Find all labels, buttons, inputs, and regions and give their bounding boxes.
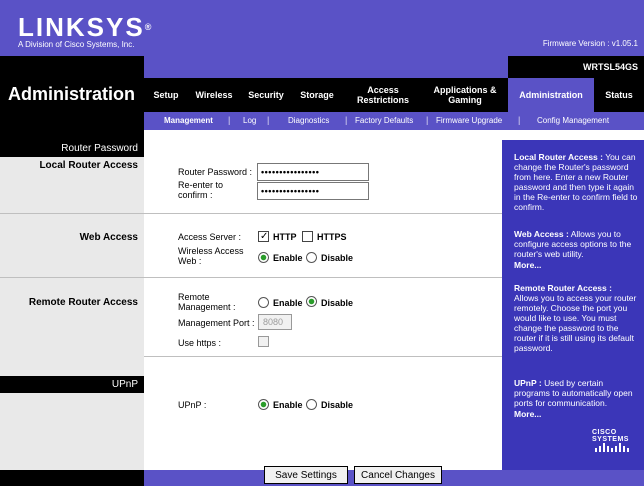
remote-mgmt-enable-label: Enable <box>273 298 303 308</box>
tab-wireless[interactable]: Wireless <box>188 78 240 112</box>
https-checkbox[interactable] <box>302 231 313 242</box>
save-settings-button[interactable]: Save Settings <box>264 466 348 484</box>
subnav-management[interactable]: Management <box>164 116 213 125</box>
help-remote-access: Remote Router Access : Allows you to acc… <box>514 283 637 353</box>
page-title: Administration <box>8 84 136 104</box>
section-remote-access: Remote Router Access <box>28 297 138 308</box>
divider <box>144 213 502 214</box>
reenter-password-input[interactable]: •••••••••••••••• <box>257 182 369 200</box>
divider <box>0 277 144 278</box>
footer-left <box>0 470 144 486</box>
section-web-access: Web Access <box>79 232 138 243</box>
reenter-label: Re-enter to confirm : <box>178 180 224 200</box>
divider <box>144 356 502 357</box>
section-router-password: Router Password <box>0 140 144 157</box>
upnp-enable-label: Enable <box>273 400 303 410</box>
wireless-web-enable-label: Enable <box>273 253 303 263</box>
subnav-divider: | <box>426 115 429 125</box>
router-password-input[interactable]: •••••••••••••••• <box>257 163 369 181</box>
tab-applications-gaming[interactable]: Applications & Gaming <box>424 78 506 112</box>
help-web-more-link[interactable]: More... <box>514 260 638 270</box>
firmware-version: Firmware Version : v1.05.1 <box>542 39 638 48</box>
subnav-divider: | <box>267 115 270 125</box>
management-port-input[interactable]: 8080 <box>258 314 292 330</box>
tab-status[interactable]: Status <box>594 78 644 112</box>
subnav-divider: | <box>345 115 348 125</box>
upnp-disable-label: Disable <box>321 400 354 410</box>
subnav-log[interactable]: Log <box>243 116 256 125</box>
divider <box>144 277 502 278</box>
http-checkbox[interactable] <box>258 231 269 242</box>
subnav-config-management[interactable]: Config Management <box>537 116 609 125</box>
remote-mgmt-disable-radio[interactable] <box>306 296 317 307</box>
divider <box>0 213 144 214</box>
subnav-divider: | <box>518 115 521 125</box>
tab-setup[interactable]: Setup <box>144 78 188 112</box>
help-web-access: Web Access : Allows you to configure acc… <box>514 229 632 259</box>
cancel-changes-button[interactable]: Cancel Changes <box>354 466 442 484</box>
subnav-divider: | <box>228 115 231 125</box>
router-password-label: Router Password : <box>178 167 253 177</box>
use-https-label: Use https : <box>178 338 222 348</box>
section-upnp: UPnP <box>0 376 144 393</box>
access-server-label: Access Server : <box>178 232 242 242</box>
wireless-web-disable-label: Disable <box>321 253 354 263</box>
logo-subtitle: A Division of Cisco Systems, Inc. <box>18 40 135 49</box>
tab-access-restrictions[interactable]: Access Restrictions <box>342 78 424 112</box>
wireless-web-label: Wireless Access Web : <box>178 246 244 266</box>
wireless-web-enable-radio[interactable] <box>258 252 269 263</box>
tab-security[interactable]: Security <box>240 78 292 112</box>
tab-administration[interactable]: Administration <box>508 78 594 112</box>
upnp-disable-radio[interactable] <box>306 399 317 410</box>
upnp-enable-radio[interactable] <box>258 399 269 410</box>
help-local-access: Local Router Access : You can change the… <box>514 152 638 212</box>
subnav-diagnostics[interactable]: Diagnostics <box>288 116 329 125</box>
use-https-checkbox[interactable] <box>258 336 269 347</box>
linksys-logo: LINKSYS® <box>18 12 152 42</box>
remote-mgmt-enable-radio[interactable] <box>258 297 269 308</box>
remote-mgmt-disable-label: Disable <box>321 298 354 308</box>
cisco-bridge-icon <box>595 443 629 452</box>
model-name: WRTSL54GS <box>582 62 638 72</box>
section-local-access: Local Router Access <box>39 160 138 171</box>
help-upnp-more-link[interactable]: More... <box>514 409 638 419</box>
http-label: HTTP <box>273 232 297 242</box>
wireless-web-disable-radio[interactable] <box>306 252 317 263</box>
https-label: HTTPS <box>317 232 347 242</box>
upnp-label: UPnP : <box>178 400 207 410</box>
remote-management-label: Remote Management : <box>178 292 236 312</box>
subnav-firmware-upgrade[interactable]: Firmware Upgrade <box>436 116 502 125</box>
subnav-factory-defaults[interactable]: Factory Defaults <box>355 116 413 125</box>
help-upnp: UPnP : Used by certain programs to autom… <box>514 378 633 408</box>
management-port-label: Management Port : <box>178 318 255 328</box>
tab-storage[interactable]: Storage <box>292 78 342 112</box>
